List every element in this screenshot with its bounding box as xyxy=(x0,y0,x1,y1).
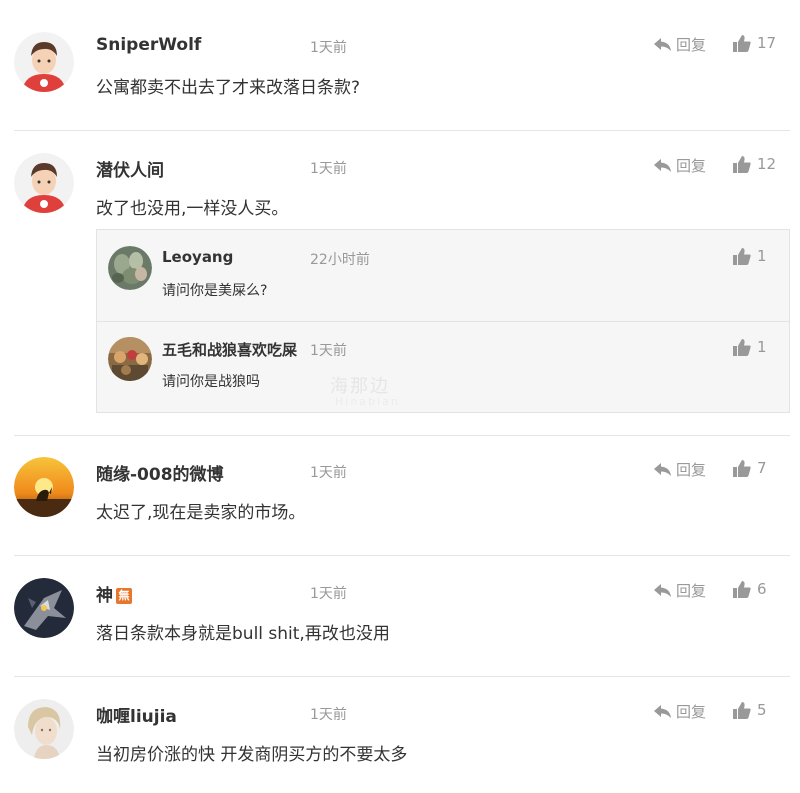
like-button[interactable]: 17 xyxy=(733,34,776,52)
avatar[interactable] xyxy=(108,337,152,381)
reply-label: 回复 xyxy=(676,157,707,175)
reply-button[interactable]: 回复 xyxy=(654,580,706,601)
avatar[interactable] xyxy=(14,32,74,92)
comment-text: 当初房价涨的快 开发商阴买方的不要太多 xyxy=(96,745,408,765)
divider xyxy=(14,130,790,131)
like-count: 5 xyxy=(757,701,767,719)
watermark-sub: Hinabian xyxy=(335,395,400,408)
reply-arrow-icon xyxy=(654,462,671,476)
like-button[interactable]: 5 xyxy=(733,701,767,719)
divider xyxy=(14,555,790,556)
avatar[interactable] xyxy=(108,246,152,290)
reply-label: 回复 xyxy=(676,703,707,721)
thumbs-up-icon xyxy=(733,155,751,173)
avatar[interactable] xyxy=(14,457,74,517)
username[interactable]: 咖喱liujia xyxy=(96,702,177,727)
reply-arrow-icon xyxy=(654,583,671,597)
avatar[interactable] xyxy=(14,578,74,638)
thumbs-up-icon xyxy=(733,459,751,477)
comment-text: 太迟了,现在是卖家的市场。 xyxy=(96,503,306,523)
comment-text: 落日条款本身就是bull shit,再改也没用 xyxy=(96,624,390,644)
reply-label: 回复 xyxy=(676,36,707,54)
username[interactable]: 五毛和战狼喜欢吃屎 xyxy=(162,339,297,360)
timestamp: 1天前 xyxy=(310,465,347,481)
reply-text: 请问你是战狼吗 xyxy=(162,374,260,390)
reply-button[interactable]: 回复 xyxy=(654,459,706,480)
reply-button[interactable]: 回复 xyxy=(654,34,706,55)
like-count: 17 xyxy=(757,34,777,52)
like-count: 6 xyxy=(757,580,767,598)
like-count: 1 xyxy=(757,338,767,356)
timestamp: 1天前 xyxy=(310,586,347,602)
avatar[interactable] xyxy=(14,153,74,213)
reply-label: 回复 xyxy=(676,582,707,600)
reply-text: 请问你是美屎么? xyxy=(162,283,268,299)
like-button[interactable]: 1 xyxy=(733,338,767,356)
reply-item: Leoyang 22小时前 1 请问你是美屎么? xyxy=(97,230,789,321)
comment-text: 公寓都卖不出去了才来改落日条款? xyxy=(96,78,361,98)
reply-arrow-icon xyxy=(654,158,671,172)
thumbs-up-icon xyxy=(733,247,751,265)
reply-arrow-icon xyxy=(654,704,671,718)
username[interactable]: SniperWolf xyxy=(96,35,201,55)
like-count: 1 xyxy=(757,247,767,265)
like-button[interactable]: 6 xyxy=(733,580,767,598)
avatar[interactable] xyxy=(14,699,74,759)
reply-item: 五毛和战狼喜欢吃屎 1天前 1 请问你是战狼吗 xyxy=(97,322,789,413)
timestamp: 22小时前 xyxy=(310,252,370,268)
timestamp: 1天前 xyxy=(310,343,347,359)
username[interactable]: Leoyang xyxy=(162,248,233,266)
reply-button[interactable]: 回复 xyxy=(654,155,706,176)
like-count: 12 xyxy=(757,155,777,173)
username[interactable]: 随缘-008的微博 xyxy=(96,460,224,485)
divider xyxy=(14,435,790,436)
thumbs-up-icon xyxy=(733,701,751,719)
timestamp: 1天前 xyxy=(310,161,347,177)
like-count: 7 xyxy=(757,459,767,477)
reply-arrow-icon xyxy=(654,37,671,51)
reply-button[interactable]: 回复 xyxy=(654,701,706,722)
reply-label: 回复 xyxy=(676,461,707,479)
reply-thread: Leoyang 22小时前 1 请问你是美屎么? 五毛和战狼喜欢吃屎 1天前 1… xyxy=(96,229,790,413)
user-badge: 無 xyxy=(116,588,132,604)
timestamp: 1天前 xyxy=(310,707,347,723)
like-button[interactable]: 1 xyxy=(733,247,767,265)
thumbs-up-icon xyxy=(733,338,751,356)
username-text: 神 xyxy=(96,586,113,606)
username[interactable]: 神無 xyxy=(96,581,132,606)
comment-text: 改了也没用,一样没人买。 xyxy=(96,199,289,219)
timestamp: 1天前 xyxy=(310,40,347,56)
username[interactable]: 潜伏人间 xyxy=(96,156,164,181)
thumbs-up-icon xyxy=(733,34,751,52)
divider xyxy=(14,676,790,677)
like-button[interactable]: 12 xyxy=(733,155,776,173)
like-button[interactable]: 7 xyxy=(733,459,767,477)
thumbs-up-icon xyxy=(733,580,751,598)
